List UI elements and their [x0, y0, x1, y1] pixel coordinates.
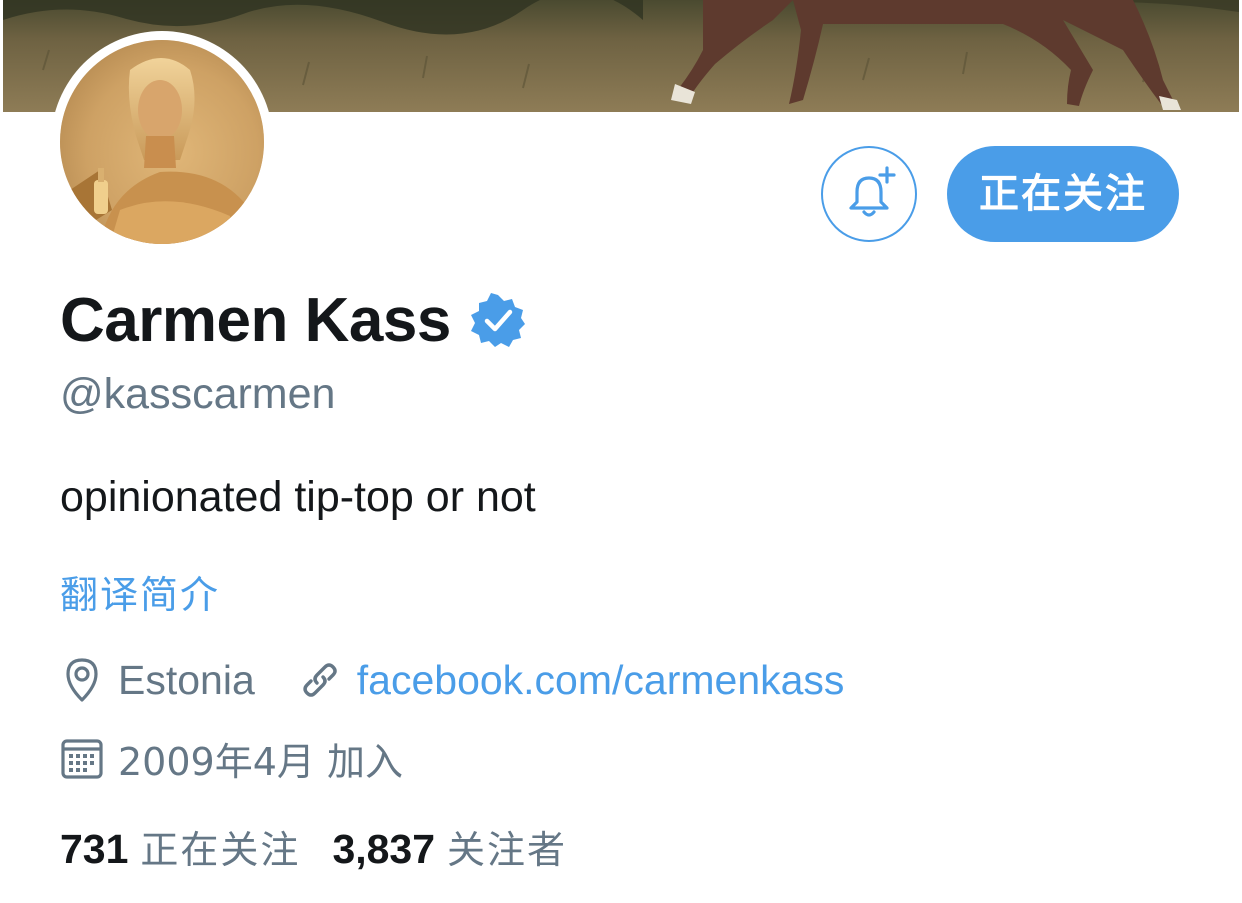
followers-count: 3,837 — [332, 825, 436, 872]
following-button[interactable]: 正在关注 — [947, 146, 1179, 242]
following-count: 731 — [60, 825, 129, 872]
following-label: 正在关注 — [140, 827, 301, 872]
following-stat[interactable]: 731 正在关注 — [60, 819, 300, 874]
calendar-icon — [61, 739, 103, 779]
display-name: Carmen Kass — [60, 285, 451, 355]
link-icon — [303, 663, 337, 697]
followers-label: 关注者 — [447, 827, 568, 872]
verified-badge-icon — [470, 293, 525, 347]
location-pin-icon — [66, 658, 98, 702]
joined-date: 2009年4月 加入 — [118, 739, 403, 784]
bio: opinionated tip-top or not — [60, 473, 536, 521]
followers-stat[interactable]: 3,837 关注者 — [332, 819, 567, 874]
location-text: Estonia — [118, 656, 255, 703]
bell-plus-icon — [849, 166, 896, 217]
translate-bio-link[interactable]: 翻译简介 — [60, 564, 220, 619]
name-row: Carmen Kass — [60, 282, 525, 358]
handle: @kasscarmen — [60, 370, 336, 418]
website-link[interactable]: facebook.com/carmenkass — [357, 657, 845, 704]
website[interactable]: facebook.com/carmenkass — [297, 657, 845, 704]
joined-row: 2009年4月 加入 — [60, 730, 403, 786]
location: Estonia — [60, 656, 255, 704]
stats-row: 731 正在关注 3,837 关注者 — [60, 818, 567, 874]
profile-page: 正在关注 Carmen Kass @kasscarmen opinionated… — [0, 0, 1242, 903]
notifications-button[interactable] — [821, 146, 917, 242]
avatar[interactable] — [60, 40, 264, 244]
meta-row: Estonia facebook.com/carmenkass — [60, 652, 844, 708]
